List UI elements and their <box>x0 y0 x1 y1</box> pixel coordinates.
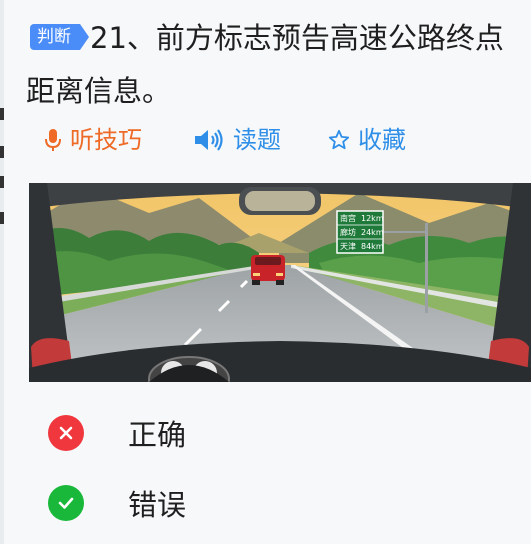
sign-row-place: 南宫 <box>340 213 356 223</box>
edge-fragment <box>0 212 4 224</box>
question-block: 判断 21、前方标志预告高速公路终点距离信息。 <box>26 12 526 118</box>
left-edge-strip <box>0 0 4 544</box>
road-scene-illustration: 南宫 12km 廊坊 24km 天津 84km <box>29 183 531 382</box>
question-text: 21、前方标志预告高速公路终点距离信息。 <box>26 21 504 108</box>
edge-fragment <box>0 176 4 188</box>
option-false[interactable]: 错误 <box>48 478 186 528</box>
star-icon <box>328 129 350 150</box>
sign-row-distance: 12km <box>361 214 384 223</box>
sign-row-place: 天津 <box>340 241 356 251</box>
read-question-button[interactable]: 读题 <box>193 122 281 158</box>
listen-tips-button[interactable]: 听技巧 <box>44 122 142 158</box>
listen-tips-label: 听技巧 <box>70 126 142 154</box>
sign-row-place: 廊坊 <box>340 227 356 237</box>
option-false-label: 错误 <box>128 488 187 522</box>
option-true[interactable]: 正确 <box>48 408 186 458</box>
wrong-x-icon <box>48 415 84 451</box>
favorite-button[interactable]: 收藏 <box>328 122 406 158</box>
highway-distance-sign: 南宫 12km 廊坊 24km 天津 84km <box>336 210 384 254</box>
favorite-label: 收藏 <box>358 126 406 154</box>
question-image: 南宫 12km 廊坊 24km 天津 84km <box>29 183 531 382</box>
microphone-icon <box>45 129 61 151</box>
option-true-label: 正确 <box>128 418 187 452</box>
action-bar: 听技巧 读题 收藏 <box>0 122 531 158</box>
sign-row-distance: 84km <box>361 242 384 251</box>
edge-fragment <box>0 108 4 120</box>
sign-row-distance: 24km <box>361 228 384 237</box>
check-icon <box>48 485 84 521</box>
question-type-badge: 判断 <box>30 24 89 50</box>
read-question-label: 读题 <box>233 126 281 154</box>
speaker-icon <box>195 129 223 151</box>
